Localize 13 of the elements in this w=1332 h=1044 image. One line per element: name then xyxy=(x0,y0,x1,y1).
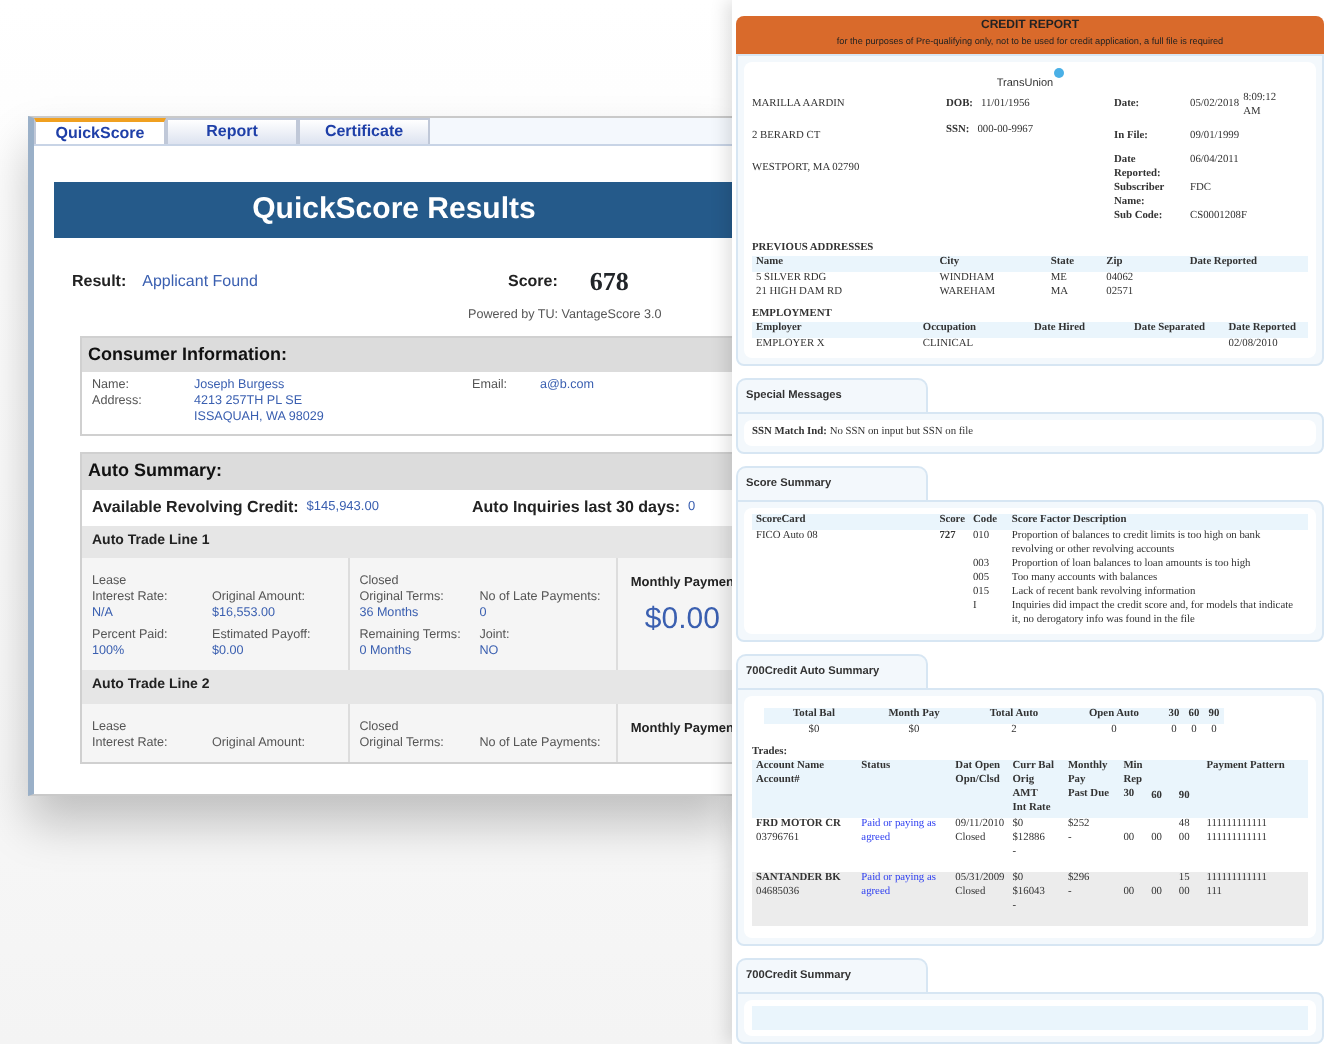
stat-label: Available Revolving Credit: xyxy=(92,495,299,519)
stat-label: Auto Inquiries last 30 days: xyxy=(472,495,681,519)
section-heading: Consumer Information: xyxy=(82,337,734,372)
tab[interactable]: Report xyxy=(166,118,298,144)
tab[interactable]: QuickScore xyxy=(34,118,166,144)
tab[interactable]: Certificate xyxy=(298,118,430,144)
payment-value: $0.00 xyxy=(642,599,722,640)
section-heading: Auto Summary: xyxy=(82,454,734,489)
score-value: 678 xyxy=(589,264,629,300)
results-banner: QuickScore Results xyxy=(54,182,734,238)
result-value: Applicant Found xyxy=(142,269,258,294)
score-label: Score: xyxy=(508,269,558,294)
result-label: Result: xyxy=(72,269,127,294)
